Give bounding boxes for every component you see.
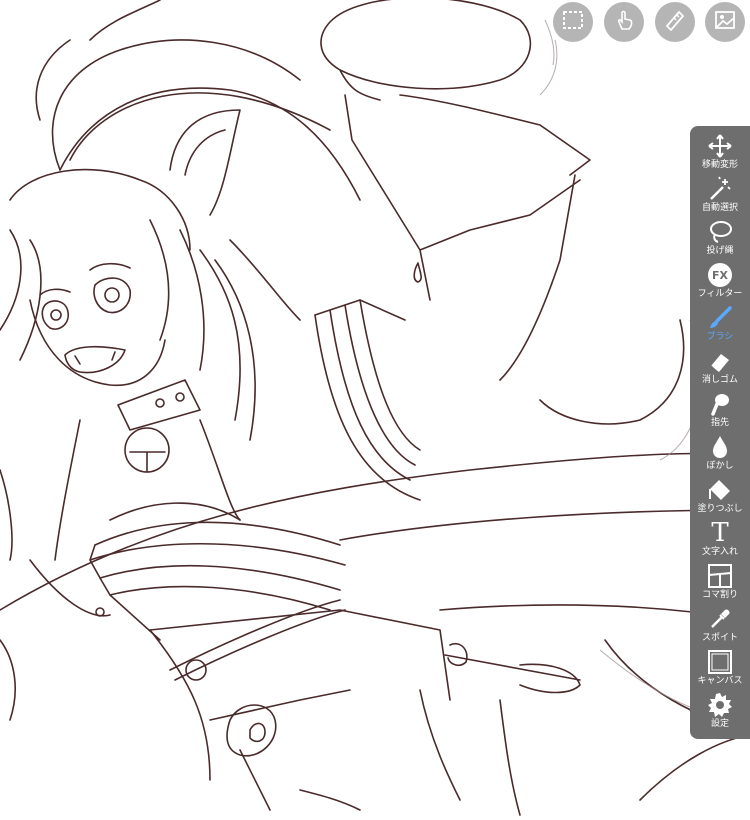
drawing-canvas[interactable]: [0, 0, 750, 820]
tool-text[interactable]: T 文字入れ: [690, 519, 750, 562]
canvas-icon: [705, 648, 735, 676]
tool-filter[interactable]: FX フィルター: [690, 261, 750, 304]
image-material-button[interactable]: [705, 2, 745, 42]
hand-pointer-icon: [613, 9, 635, 35]
tool-label: フィルター: [697, 289, 743, 299]
dashed-rectangle-icon: [562, 9, 584, 35]
gear-icon: [705, 691, 735, 719]
tool-label: 移動変形: [701, 160, 738, 170]
tool-canvas[interactable]: キャンバス: [690, 648, 750, 691]
drop-icon: [705, 433, 735, 461]
tool-label: コマ割り: [701, 590, 738, 600]
tool-label: キャンバス: [697, 676, 743, 686]
tool-label: スポイト: [701, 633, 738, 643]
move-arrows-icon: [705, 132, 735, 160]
ruler-button[interactable]: [655, 2, 695, 42]
tool-move[interactable]: 移動変形: [690, 132, 750, 175]
tool-label: 消しゴム: [701, 375, 738, 385]
tool-settings[interactable]: 設定: [690, 691, 750, 734]
ruler-icon: [664, 9, 686, 35]
tool-smudge[interactable]: 指先: [690, 390, 750, 433]
finger-icon: [705, 390, 735, 418]
eyedropper-icon: [705, 605, 735, 633]
touch-gesture-button[interactable]: [604, 2, 644, 42]
tool-eraser[interactable]: 消しゴム: [690, 347, 750, 390]
tool-label: 設定: [710, 719, 729, 729]
tool-brush[interactable]: ブラシ: [690, 304, 750, 347]
frame-divider-icon: [705, 562, 735, 590]
tool-magic-wand[interactable]: 自動選択: [690, 175, 750, 218]
tool-lasso[interactable]: 投げ縄: [690, 218, 750, 261]
tool-label: 指先: [710, 418, 729, 428]
eraser-icon: [705, 347, 735, 375]
image-icon: [714, 9, 736, 35]
selection-tool-button[interactable]: [553, 2, 593, 42]
lasso-icon: [705, 218, 735, 246]
tool-label: 投げ縄: [706, 246, 734, 256]
text-icon: T: [711, 518, 729, 548]
magic-wand-icon: [705, 175, 735, 203]
tool-frame[interactable]: コマ割り: [690, 562, 750, 605]
tool-label: ぼかし: [706, 461, 734, 471]
tool-label: ブラシ: [706, 332, 734, 342]
paint-bucket-icon: [705, 476, 735, 504]
tool-label: 塗りつぶし: [697, 504, 743, 514]
tool-palette: 移動変形 自動選択 投げ縄 FX フィルター ブラシ 消しゴム 指先 ぼかし 塗…: [690, 126, 750, 739]
fx-icon: FX: [705, 261, 735, 289]
brush-icon: [705, 304, 735, 332]
tool-label: 自動選択: [701, 203, 738, 213]
tool-fill[interactable]: 塗りつぶし: [690, 476, 750, 519]
tool-eyedropper[interactable]: スポイト: [690, 605, 750, 648]
tool-blur[interactable]: ぼかし: [690, 433, 750, 476]
tool-label: 文字入れ: [701, 547, 738, 557]
